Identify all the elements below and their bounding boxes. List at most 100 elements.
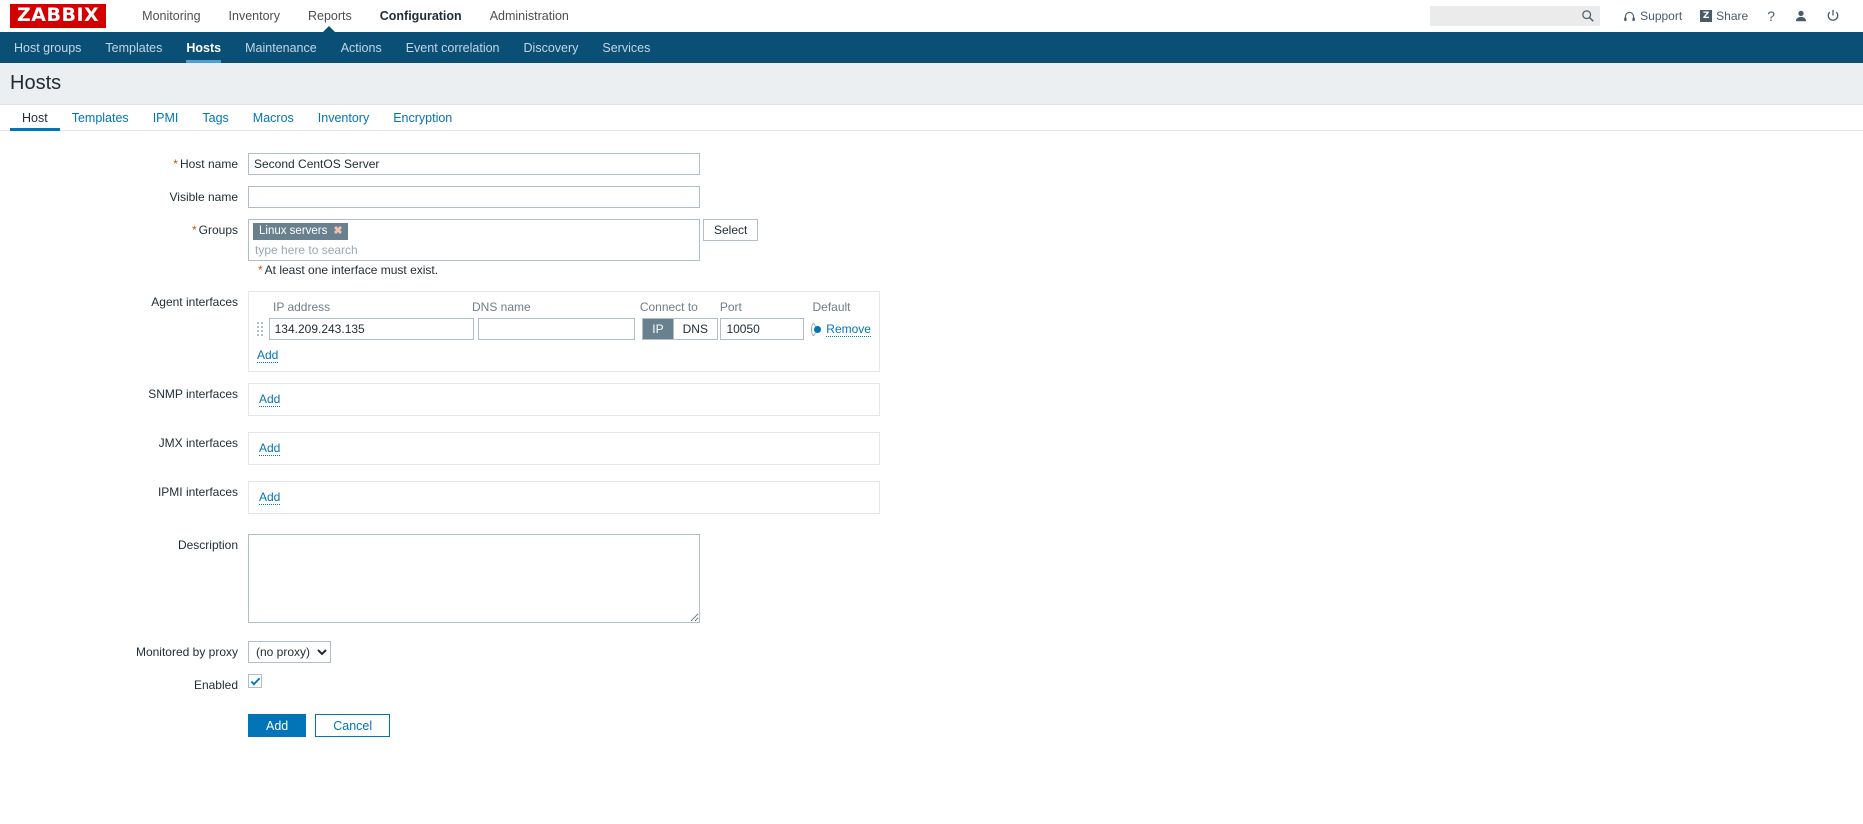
headset-icon (1624, 11, 1636, 21)
subnav-item-event-correlation[interactable]: Event correlation (394, 32, 512, 63)
description-textarea[interactable] (248, 534, 700, 623)
sign-out-icon[interactable] (1817, 9, 1849, 23)
column-port: Port (719, 300, 742, 314)
user-profile-icon[interactable] (1785, 9, 1817, 23)
agent-interfaces-panel: IP address DNS name Connect to Port Defa… (248, 291, 880, 372)
subnav-item-templates[interactable]: Templates (93, 32, 174, 63)
agent-interfaces-header: IP address DNS name Connect to Port Defa… (257, 298, 871, 318)
monitored-by-proxy-select[interactable]: (no proxy) (248, 641, 331, 663)
tab-macros[interactable]: Macros (241, 105, 306, 130)
add-button[interactable]: Add (248, 714, 307, 737)
table-row: IP DNS Remove (257, 318, 871, 340)
add-jmx-interface-link[interactable]: Add (259, 441, 281, 456)
column-ip-address: IP address (273, 300, 331, 314)
field-host-name: * Host name (0, 153, 1863, 175)
add-agent-interface-link[interactable]: Add (257, 348, 279, 363)
subnav-item-host-groups[interactable]: Host groups (2, 32, 93, 63)
page-title-bar: Hosts (0, 63, 1863, 105)
group-chip-label: Linux servers (259, 225, 328, 237)
agent-interfaces-label: Agent interfaces (151, 295, 238, 309)
tab-inventory[interactable]: Inventory (306, 105, 381, 130)
header-utilities: Support Z Share ? (1430, 6, 1863, 26)
ipmi-interfaces-label: IPMI interfaces (157, 485, 238, 499)
field-groups: *Groups Linux servers ✖ Select (0, 219, 1863, 261)
global-search (1430, 6, 1601, 26)
add-ipmi-interface-link[interactable]: Add (259, 490, 281, 505)
nav-item-administration[interactable]: Administration (476, 0, 583, 32)
field-jmx-interfaces: JMX interfaces Add (0, 432, 1863, 465)
interface-required-note: * At least one interface must exist. (258, 263, 439, 277)
top-header: ZABBIX Monitoring Inventory Reports Conf… (0, 0, 1863, 32)
user-icon (1795, 10, 1807, 22)
interface-ip-input[interactable] (268, 318, 474, 340)
support-label: Support (1640, 9, 1683, 23)
subnav-item-services[interactable]: Services (590, 32, 662, 63)
host-form-tabs: Host Templates IPMI Tags Macros Inventor… (0, 105, 1863, 131)
form-actions: Add Cancel (0, 714, 1863, 737)
tab-encryption[interactable]: Encryption (381, 105, 464, 130)
field-enabled: Enabled (0, 674, 1863, 696)
connect-to-dns-option[interactable]: DNS (672, 319, 717, 339)
sub-navigation: Host groups Templates Hosts Maintenance … (0, 26, 1863, 63)
search-input[interactable] (1430, 6, 1601, 26)
subnav-item-maintenance[interactable]: Maintenance (233, 32, 329, 63)
enabled-label: Enabled (193, 678, 238, 692)
visible-name-input[interactable] (248, 186, 700, 208)
host-name-input[interactable] (248, 153, 700, 175)
visible-name-label: Visible name (169, 190, 238, 204)
required-marker: * (191, 223, 197, 237)
nav-item-monitoring[interactable]: Monitoring (128, 0, 214, 32)
drag-handle-icon[interactable] (257, 322, 269, 336)
jmx-interfaces-label: JMX interfaces (158, 436, 238, 450)
group-chip[interactable]: Linux servers ✖ (253, 223, 348, 240)
share-link[interactable]: Z Share (1691, 9, 1757, 23)
field-snmp-interfaces: SNMP interfaces Add (0, 383, 1863, 416)
close-icon[interactable]: ✖ (333, 225, 342, 237)
field-ipmi-interfaces: IPMI interfaces Add (0, 481, 1863, 514)
monitored-by-proxy-label: Monitored by proxy (135, 645, 238, 659)
connect-to-toggle[interactable]: IP DNS (642, 318, 718, 340)
subnav-item-actions[interactable]: Actions (329, 32, 394, 63)
tab-templates[interactable]: Templates (60, 105, 141, 130)
select-groups-button[interactable]: Select (703, 219, 759, 241)
jmx-interfaces-panel: Add (248, 432, 880, 465)
required-marker: * (173, 157, 178, 171)
support-link[interactable]: Support (1614, 9, 1691, 23)
groups-search-input[interactable] (253, 240, 695, 258)
zabbix-logo[interactable]: ZABBIX (10, 4, 107, 28)
groups-multiselect[interactable]: Linux servers ✖ (248, 219, 700, 261)
enabled-checkbox[interactable] (248, 674, 262, 688)
field-description: Description (0, 534, 1863, 623)
tab-tags[interactable]: Tags (190, 105, 240, 130)
snmp-interfaces-panel: Add (248, 383, 880, 416)
tab-host[interactable]: Host (10, 105, 60, 131)
ipmi-interfaces-panel: Add (248, 481, 880, 514)
check-icon (250, 677, 260, 686)
field-agent-interfaces: Agent interfaces IP address DNS name Con… (0, 291, 1863, 372)
page-title: Hosts (10, 72, 62, 94)
tab-ipmi[interactable]: IPMI (141, 105, 191, 130)
share-label: Share (1716, 9, 1749, 23)
subnav-item-hosts[interactable]: Hosts (174, 32, 233, 63)
cancel-button[interactable]: Cancel (315, 714, 391, 737)
field-monitored-by-proxy: Monitored by proxy (no proxy) (0, 641, 1863, 663)
snmp-interfaces-label: SNMP interfaces (148, 387, 238, 401)
power-icon (1827, 9, 1839, 21)
default-interface-radio[interactable] (810, 322, 822, 336)
connect-to-ip-option[interactable]: IP (643, 319, 673, 339)
groups-label: * Groups (191, 223, 238, 237)
help-icon[interactable]: ? (1757, 8, 1785, 24)
field-visible-name: Visible name (0, 186, 1863, 208)
nav-item-inventory[interactable]: Inventory (215, 0, 294, 32)
subnav-item-discovery[interactable]: Discovery (512, 32, 591, 63)
main-navigation: Monitoring Inventory Reports Configurati… (128, 0, 583, 32)
remove-interface-link[interactable]: Remove (826, 322, 871, 337)
host-form: *Host name Visible name *Groups Linux se… (0, 131, 1863, 737)
zabbix-share-icon: Z (1700, 10, 1713, 22)
required-marker: * (258, 263, 263, 277)
add-snmp-interface-link[interactable]: Add (259, 392, 281, 407)
description-label: Description (177, 538, 238, 552)
interface-port-input[interactable] (720, 318, 805, 340)
nav-item-configuration[interactable]: Configuration (366, 0, 476, 32)
interface-dns-input[interactable] (478, 318, 636, 340)
